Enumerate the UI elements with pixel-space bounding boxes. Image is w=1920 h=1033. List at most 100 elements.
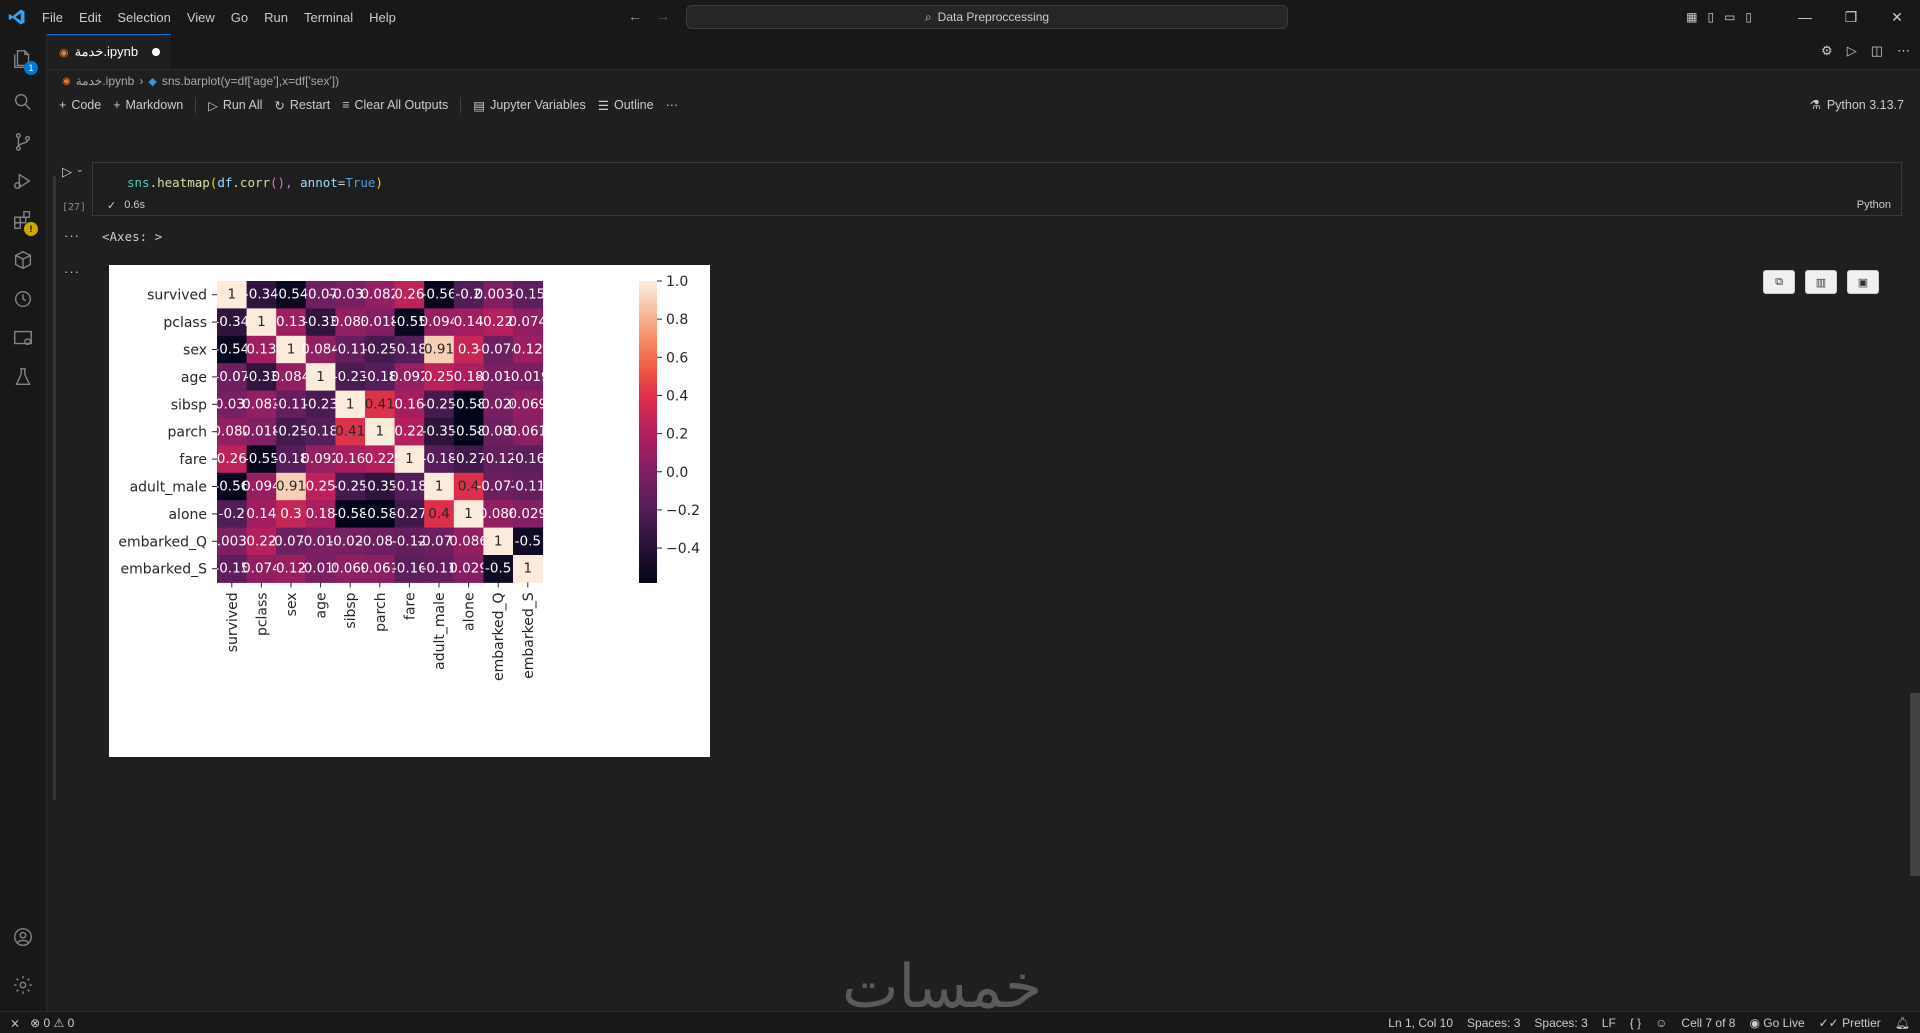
colorbar-segment (639, 465, 657, 470)
column-tick-label: age (314, 592, 330, 618)
colorbar-segment (639, 420, 657, 425)
go-live-button[interactable]: ◉ Go Live (1749, 1016, 1804, 1030)
open-plot-viewer-icon[interactable]: ▥ (1805, 270, 1837, 294)
heatmap-cell-label: 0.91 (276, 479, 306, 495)
heatmap-cell-label: 0.22 (365, 451, 395, 467)
run-all-button[interactable]: ▷ Run All (208, 98, 262, 113)
colorbar-segment (639, 299, 657, 305)
cell-language[interactable]: Python (1857, 199, 1891, 211)
colorbar-segment (639, 480, 657, 486)
clear-outputs-button[interactable]: ≡ Clear All Outputs (342, 98, 448, 112)
column-tick-label: adult_male (432, 592, 448, 669)
heatmap-cell-label: 0.13 (276, 314, 306, 330)
remote-icon[interactable]: ⨯ (10, 1016, 20, 1030)
jupyter-variables-button[interactable]: ▤ Jupyter Variables (473, 98, 585, 113)
outline-button[interactable]: ☰ Outline (598, 98, 654, 113)
add-markdown-button[interactable]: + Markdown (113, 98, 183, 112)
menu-terminal[interactable]: Terminal (296, 10, 361, 25)
add-markdown-label: Markdown (125, 98, 184, 112)
copilot-icon[interactable]: ☺ (1655, 1016, 1667, 1030)
broadcast-icon: ◉ (1749, 1015, 1760, 1030)
colorbar-segment (639, 382, 657, 388)
menu-edit[interactable]: Edit (71, 10, 109, 25)
colorbar-segment (639, 469, 657, 474)
command-center-search[interactable]: ⌕ Data Preproccessing (686, 5, 1288, 29)
colorbar-segment (639, 367, 657, 373)
toolbar-more-button[interactable]: ··· (666, 98, 679, 112)
menu-go[interactable]: Go (223, 10, 256, 25)
restore-icon[interactable]: ❐ (1828, 9, 1874, 26)
heatmap-cell-label: 0.069 (508, 396, 547, 412)
tab-notebook[interactable]: ◉ خدمة.ipynb (47, 34, 171, 69)
toggle-primary-sidebar-icon[interactable]: ▯ (1707, 10, 1714, 24)
heatmap-cell-label: 0.14 (454, 314, 484, 330)
colorbar-segment (639, 348, 657, 354)
save-image-icon[interactable]: ▣ (1847, 270, 1879, 294)
forward-arrow-icon[interactable]: → (656, 8, 670, 24)
settings-gear-icon[interactable] (0, 965, 46, 1005)
notifications-bell-icon[interactable]: 🔔︎ (1895, 1016, 1910, 1030)
colorbar-segment (639, 337, 657, 342)
add-code-button[interactable]: + Code (59, 98, 101, 112)
cell-indicator[interactable]: Cell 7 of 8 (1681, 1016, 1735, 1030)
breadcrumb-file[interactable]: خدمة.ipynb (76, 74, 135, 88)
run-cell-button[interactable]: ▷ ⌄ (62, 164, 84, 180)
chevron-down-icon[interactable]: ⌄ (76, 164, 84, 180)
colorbar-segment (639, 375, 657, 380)
colorbar-segment (639, 424, 657, 429)
heatmap-cell-label: 1 (287, 342, 296, 358)
extensions-icon[interactable]: ! (0, 200, 46, 240)
menu-help[interactable]: Help (361, 10, 404, 25)
prettier-button[interactable]: ✓✓ Prettier (1819, 1016, 1881, 1030)
output-more-icon[interactable]: ··· (64, 264, 80, 279)
account-icon[interactable] (0, 917, 46, 957)
cursor-position[interactable]: Ln 1, Col 10 (1388, 1016, 1453, 1030)
toggle-panel-icon[interactable]: ▭ (1724, 10, 1735, 24)
remote-explorer-icon[interactable] (0, 240, 46, 280)
end-of-line[interactable]: LF (1602, 1016, 1616, 1030)
customize-layout-icon[interactable]: ▦ (1686, 10, 1697, 24)
back-arrow-icon[interactable]: ← (628, 8, 642, 24)
breadcrumb-cell[interactable]: sns.barplot(y=df['age'],x=df['sex']) (162, 74, 339, 88)
colorbar-segment (639, 386, 657, 391)
more-actions-icon[interactable]: ⋯ (1897, 43, 1910, 59)
toggle-secondary-sidebar-icon[interactable]: ▯ (1745, 10, 1752, 24)
explorer-icon[interactable]: 1 (0, 39, 46, 79)
testing-flask-icon[interactable] (0, 357, 46, 397)
menu-run[interactable]: Run (256, 10, 296, 25)
colorbar-segment (639, 427, 657, 433)
menu-view[interactable]: View (179, 10, 223, 25)
run-debug-icon[interactable] (0, 161, 46, 201)
heatmap-cell-label: 0.25 (306, 479, 336, 495)
heatmap-cell-label: -0.5 (515, 533, 541, 549)
heatmap-cell-label: 0.16 (335, 451, 365, 467)
heatmap-cell-label: 1 (376, 424, 385, 440)
colorbar-segment (639, 329, 657, 335)
colorbar-segment (639, 443, 657, 448)
search-activity-icon[interactable] (0, 82, 46, 122)
menu-selection[interactable]: Selection (109, 10, 178, 25)
notebook-settings-icon[interactable]: ⚙ (1821, 43, 1833, 59)
run-notebook-icon[interactable]: ▷ (1847, 43, 1857, 59)
code-line[interactable]: sns.heatmap(df.corr(), annot=True) (127, 175, 383, 190)
remote-window-icon[interactable] (0, 318, 46, 358)
heatmap-cell-label: 1 (524, 561, 533, 577)
source-control-icon[interactable] (0, 122, 46, 162)
unsaved-dot-icon[interactable] (152, 48, 161, 56)
menu-file[interactable]: File (34, 10, 71, 25)
output-more-icon[interactable]: ··· (64, 228, 80, 243)
split-editor-icon[interactable]: ◫ (1871, 43, 1883, 59)
timeline-icon[interactable] (0, 279, 46, 319)
indentation-1[interactable]: Spaces: 3 (1467, 1016, 1520, 1030)
indentation-2[interactable]: Spaces: 3 (1534, 1016, 1587, 1030)
close-icon[interactable]: ✕ (1874, 9, 1920, 26)
kernel-picker[interactable]: ⚗ Python 3.13.7 (1810, 97, 1904, 113)
minimize-icon[interactable]: — (1782, 9, 1828, 26)
copy-output-icon[interactable]: ⧉ (1763, 270, 1795, 294)
code-cell-editor[interactable]: sns.heatmap(df.corr(), annot=True) ✓ 0.6… (92, 162, 1902, 216)
toolbar-divider (195, 97, 197, 113)
restart-button[interactable]: ↻ Restart (274, 98, 330, 113)
problems-indicator[interactable]: ⊗ 0 ⚠ 0 (30, 1016, 74, 1030)
vertical-scrollbar[interactable] (1910, 693, 1920, 876)
language-mode[interactable]: { } (1630, 1016, 1641, 1030)
